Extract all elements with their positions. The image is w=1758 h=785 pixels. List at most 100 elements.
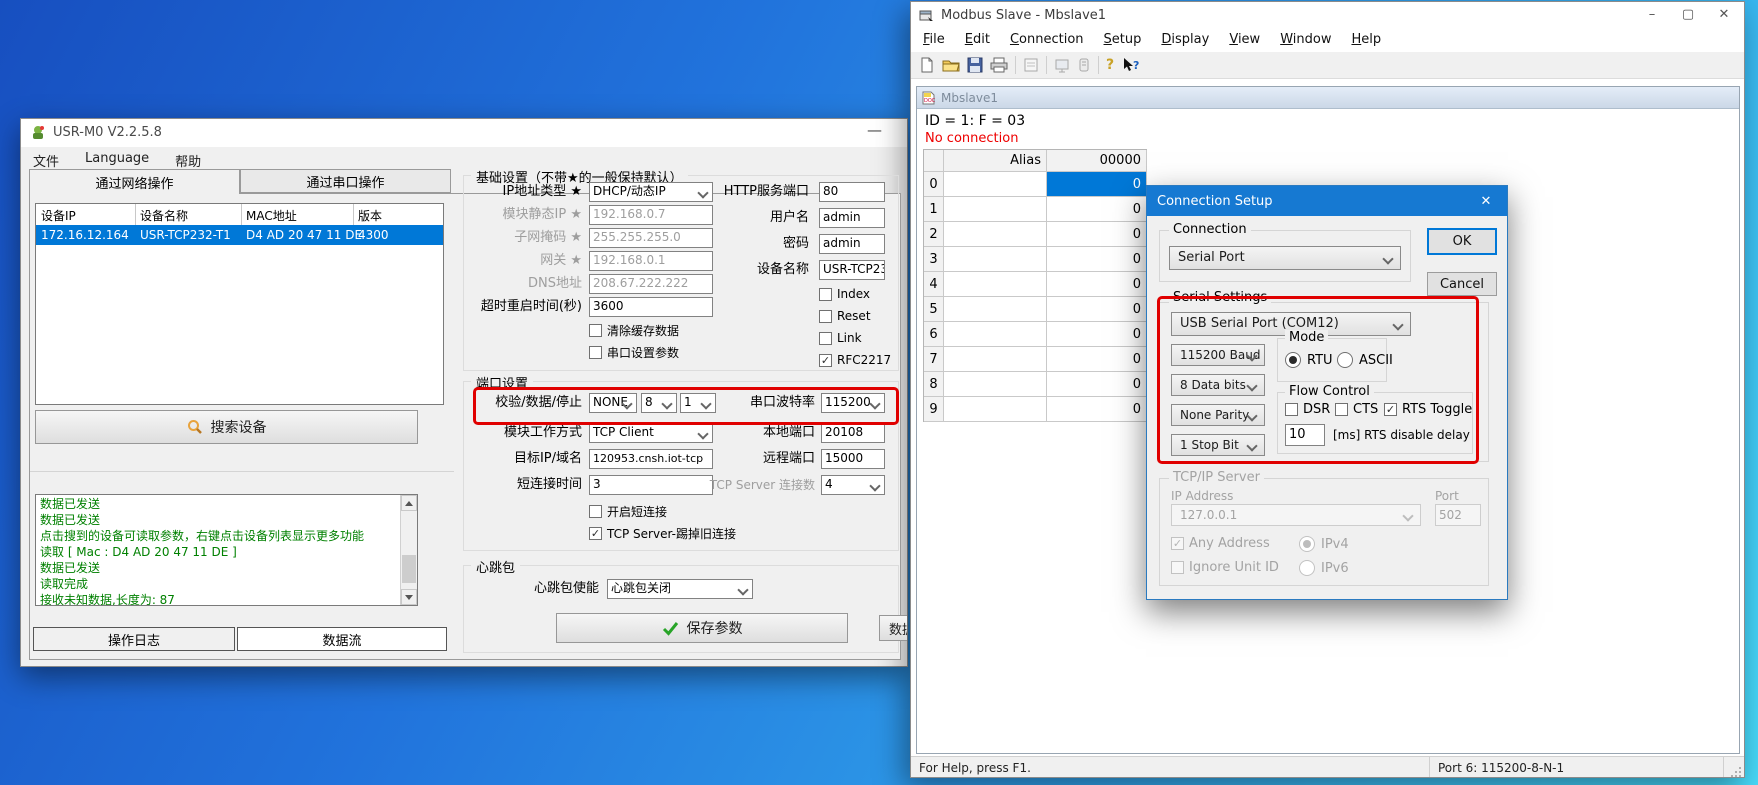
usr-menu-help[interactable]: 帮助 bbox=[175, 151, 201, 170]
ascii-radio[interactable]: ASCII bbox=[1337, 352, 1393, 368]
usr-minimize-button[interactable]: — bbox=[867, 121, 882, 139]
local-port-field[interactable]: 20108 bbox=[821, 423, 885, 443]
dsr-checkbox[interactable]: DSR bbox=[1285, 402, 1330, 417]
data-partial-button[interactable]: 数据 bbox=[879, 615, 908, 641]
password-field[interactable]: admin bbox=[819, 234, 885, 254]
menu-edit[interactable]: Edit bbox=[965, 32, 990, 47]
value-cell[interactable]: 0 bbox=[1047, 247, 1147, 272]
rts-delay-field[interactable]: 10 bbox=[1285, 424, 1325, 446]
index-checkbox[interactable]: Index bbox=[819, 287, 870, 301]
alias-cell[interactable] bbox=[944, 222, 1047, 247]
alias-cell[interactable] bbox=[944, 297, 1047, 322]
save-icon[interactable] bbox=[967, 57, 983, 73]
alias-cell[interactable] bbox=[944, 347, 1047, 372]
cts-checkbox[interactable]: CTS bbox=[1335, 402, 1378, 417]
tab-serial-operation[interactable]: 通过串口操作 bbox=[240, 169, 451, 193]
any-address-checkbox[interactable]: ✓Any Address bbox=[1171, 536, 1270, 551]
clear-cache-checkbox[interactable]: 清除缓存数据 bbox=[589, 322, 679, 339]
baud-rate-select[interactable]: 115200 Baud bbox=[1171, 344, 1265, 366]
parity-select-dialog[interactable]: None Parity bbox=[1171, 404, 1265, 426]
value-cell[interactable]: 0 bbox=[1047, 297, 1147, 322]
ip-address-select[interactable]: 127.0.0.1 bbox=[1171, 504, 1421, 526]
child-titlebar[interactable]: DOC Mbslave1 bbox=[917, 87, 1739, 109]
subnet-mask-field[interactable]: 255.255.255.0 bbox=[589, 228, 713, 248]
search-device-button[interactable]: 搜索设备 bbox=[35, 410, 418, 444]
work-mode-select[interactable]: TCP Client bbox=[589, 423, 713, 443]
kick-old-conn-checkbox[interactable]: ✓TCP Server-踢掉旧连接 bbox=[589, 525, 736, 542]
ok-button[interactable]: OK bbox=[1427, 228, 1497, 255]
parity-select[interactable]: NONE bbox=[589, 393, 637, 413]
gateway-field[interactable]: 192.168.0.1 bbox=[589, 251, 713, 271]
close-button[interactable]: ✕ bbox=[1706, 2, 1742, 27]
remote-port-field[interactable]: 15000 bbox=[821, 449, 885, 469]
device-name-field[interactable]: USR-TCP23 bbox=[819, 260, 885, 280]
static-ip-field[interactable]: 192.168.0.7 bbox=[589, 205, 713, 225]
tab-network-operation[interactable]: 通过网络操作 bbox=[29, 169, 240, 194]
alias-cell[interactable] bbox=[944, 322, 1047, 347]
scroll-down-arrow[interactable] bbox=[401, 589, 417, 605]
ignore-unit-id-checkbox[interactable]: Ignore Unit ID bbox=[1171, 560, 1279, 575]
resize-grip[interactable] bbox=[1730, 766, 1742, 778]
alias-cell[interactable] bbox=[944, 372, 1047, 397]
communication-traffic-icon[interactable] bbox=[1077, 57, 1091, 73]
ipv6-radio[interactable]: IPv6 bbox=[1299, 560, 1349, 576]
maximize-button[interactable]: ▢ bbox=[1670, 2, 1706, 27]
menu-help[interactable]: Help bbox=[1351, 32, 1381, 47]
minimize-button[interactable]: – bbox=[1634, 2, 1670, 27]
menu-file[interactable]: File bbox=[923, 32, 945, 47]
new-file-icon[interactable] bbox=[919, 57, 935, 73]
col-mac[interactable]: MAC地址 bbox=[246, 207, 297, 224]
value-cell[interactable]: 0 bbox=[1047, 222, 1147, 247]
value-cell[interactable]: 0 bbox=[1047, 272, 1147, 297]
short-conn-time-field[interactable]: 3 bbox=[589, 475, 713, 495]
value-cell[interactable]: 0 bbox=[1047, 397, 1147, 422]
display-setup-icon[interactable] bbox=[1023, 57, 1039, 73]
open-file-icon[interactable] bbox=[942, 57, 960, 73]
col-version[interactable]: 版本 bbox=[358, 207, 382, 224]
scroll-thumb[interactable] bbox=[402, 555, 416, 583]
menu-display[interactable]: Display bbox=[1161, 32, 1209, 47]
alias-cell[interactable] bbox=[944, 247, 1047, 272]
value-cell[interactable]: 0 bbox=[1047, 372, 1147, 397]
log-scrollbar[interactable] bbox=[400, 495, 417, 605]
dns-field[interactable]: 208.67.222.222 bbox=[589, 274, 713, 294]
rts-toggle-checkbox[interactable]: ✓RTS Toggle bbox=[1384, 402, 1472, 417]
dialog-close-icon[interactable]: ✕ bbox=[1465, 194, 1507, 209]
alias-header[interactable]: Alias bbox=[944, 150, 1047, 172]
username-field[interactable]: admin bbox=[819, 208, 885, 228]
connection-type-select[interactable]: Serial Port bbox=[1169, 246, 1401, 270]
rtu-radio[interactable]: RTU bbox=[1285, 352, 1333, 368]
stop-bit-select[interactable]: 1 Stop Bit bbox=[1171, 434, 1265, 456]
dialog-titlebar[interactable]: Connection Setup ✕ bbox=[1147, 186, 1507, 216]
value-cell[interactable]: 0 bbox=[1047, 322, 1147, 347]
tcp-conn-count-select[interactable]: 4 bbox=[821, 475, 885, 495]
reset-checkbox[interactable]: Reset bbox=[819, 309, 871, 323]
usr-menu-language[interactable]: Language bbox=[85, 151, 149, 170]
value-cell[interactable]: 0 bbox=[1047, 197, 1147, 222]
cancel-button[interactable]: Cancel bbox=[1427, 272, 1497, 296]
help-icon[interactable]: ? bbox=[1106, 57, 1114, 73]
usr-menu-file[interactable]: 文件 bbox=[33, 151, 59, 170]
link-checkbox[interactable]: Link bbox=[819, 331, 862, 345]
data-bits-select[interactable]: 8 Data bits bbox=[1171, 374, 1265, 396]
menu-setup[interactable]: Setup bbox=[1104, 32, 1142, 47]
value-cell-selected[interactable]: 0 bbox=[1047, 172, 1147, 197]
http-port-field[interactable]: 80 bbox=[819, 182, 885, 202]
save-params-button[interactable]: 保存参数 bbox=[556, 613, 848, 643]
col-device-ip[interactable]: 设备IP bbox=[41, 207, 76, 224]
target-ip-field[interactable]: 120953.cnsh.iot-tcp bbox=[589, 449, 713, 469]
data-stream-tab[interactable]: 数据流 bbox=[237, 627, 447, 651]
ip-type-select[interactable]: DHCP/动态IP bbox=[589, 182, 713, 202]
alias-cell[interactable] bbox=[944, 197, 1047, 222]
menu-view[interactable]: View bbox=[1229, 32, 1260, 47]
baud-select[interactable]: 115200 bbox=[821, 393, 885, 413]
register-header[interactable]: 00000 bbox=[1047, 150, 1147, 172]
device-row-selected[interactable]: 172.16.12.164 USR-TCP232-T1 D4 AD 20 47 … bbox=[36, 225, 443, 245]
col-device-name[interactable]: 设备名称 bbox=[140, 207, 188, 224]
ipv4-radio[interactable]: IPv4 bbox=[1299, 536, 1349, 552]
menu-connection[interactable]: Connection bbox=[1010, 32, 1084, 47]
stopbits-select[interactable]: 1 bbox=[680, 393, 716, 413]
rfc2217-checkbox[interactable]: ✓RFC2217 bbox=[819, 353, 891, 367]
alias-cell[interactable] bbox=[944, 397, 1047, 422]
operation-log-tab[interactable]: 操作日志 bbox=[33, 627, 235, 651]
